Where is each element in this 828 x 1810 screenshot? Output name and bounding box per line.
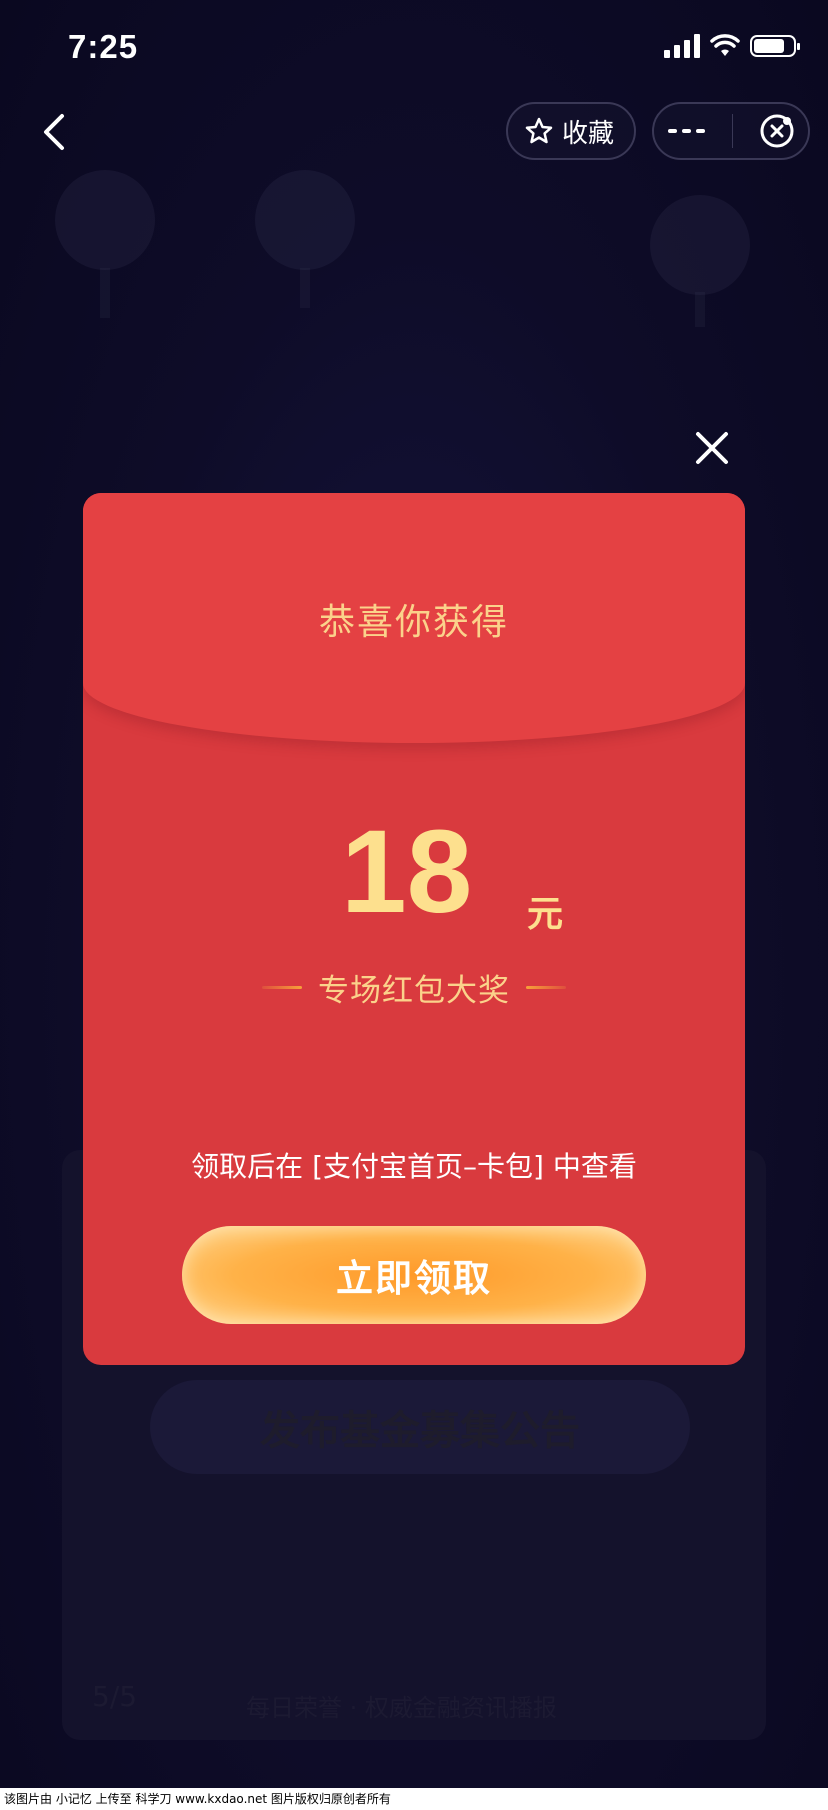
status-time: 7:25 — [68, 28, 139, 65]
bg-character-2-stem — [300, 268, 310, 308]
favorite-button[interactable]: 收藏 — [506, 102, 636, 160]
capsule-divider — [731, 114, 733, 148]
decorative-dash-right — [526, 986, 566, 989]
bg-character-3 — [650, 195, 750, 295]
page-indicator: 5/5 — [92, 1680, 138, 1713]
close-icon[interactable] — [692, 428, 732, 468]
prize-unit: 元 — [527, 894, 564, 935]
watermark: 该图片由 小记忆 上传至 科学刀 www.kxdao.net 图片版权归原创者所… — [0, 1788, 828, 1810]
congrats-title: 恭喜你获得 — [318, 602, 509, 643]
claim-now-button[interactable]: 立即领取 — [182, 1226, 646, 1324]
bg-character-1 — [55, 170, 155, 270]
prize-name-row: 专场红包大奖 — [83, 965, 745, 1010]
red-packet-modal: 恭喜你获得 18 元 专场红包大奖 领取后在 [支付宝首页–卡包] 中查看 立即… — [83, 493, 745, 1365]
bg-character-3-stem — [695, 292, 705, 327]
prize-name: 专场红包大奖 — [318, 973, 510, 1009]
bg-character-1-stem — [100, 268, 110, 318]
prize-amount: 18 — [341, 806, 473, 938]
mini-program-capsule — [652, 102, 810, 160]
bg-character-2 — [255, 170, 355, 270]
claim-hint: 领取后在 [支付宝首页–卡包] 中查看 — [191, 1150, 637, 1183]
battery-icon — [750, 35, 800, 57]
status-icons — [664, 34, 800, 58]
wifi-icon — [710, 34, 740, 56]
publish-announcement-button: 发布基金募集公告 — [150, 1380, 690, 1474]
footer-text: 每日荣誉 · 权威金融资讯播报 — [246, 1694, 557, 1722]
star-icon — [525, 117, 553, 144]
favorite-label: 收藏 — [562, 118, 615, 149]
exit-icon[interactable] — [758, 112, 796, 150]
back-icon[interactable] — [36, 108, 76, 156]
decorative-dash-left — [262, 986, 302, 989]
more-icon[interactable] — [667, 125, 707, 137]
signal-icon — [664, 34, 700, 58]
